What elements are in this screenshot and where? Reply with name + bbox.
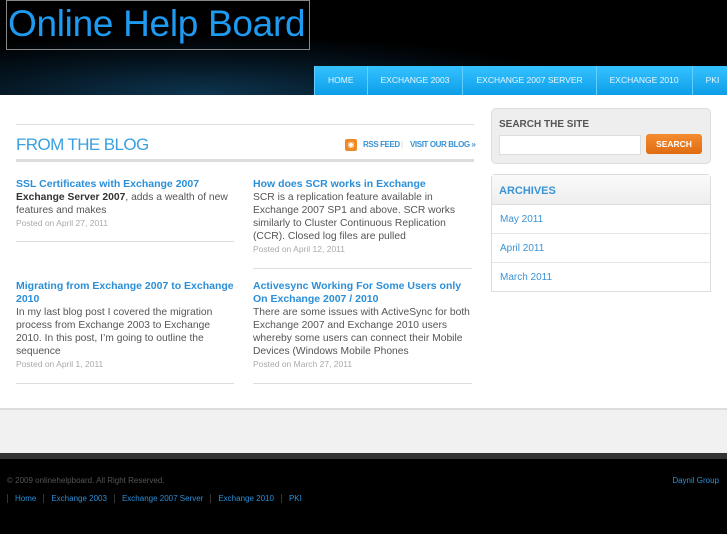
post-excerpt: In my last blog post I covered the migra…: [16, 307, 213, 357]
divider: [253, 383, 472, 384]
copyright: © 2009 onlinehelpboard. All Right Reserv…: [7, 476, 165, 485]
archives-heading: ARCHIVES: [492, 175, 710, 205]
divider: [16, 383, 234, 384]
search-widget: SEARCH THE SITE SEARCH: [491, 108, 711, 164]
blog-post: Migrating from Exchange 2007 to Exchange…: [16, 280, 236, 370]
post-date: Posted on March 27, 2011: [253, 359, 353, 369]
blog-post: Activesync Working For Some Users only O…: [253, 280, 473, 370]
post-title[interactable]: Migrating from Exchange 2007 to Exchange…: [16, 280, 236, 306]
rss-feed-link[interactable]: RSS FEED: [363, 140, 400, 149]
search-label: SEARCH THE SITE: [499, 119, 590, 130]
post-excerpt: SCR is a replication feature available i…: [253, 192, 456, 242]
nav-home[interactable]: HOME: [314, 66, 367, 95]
nav-exchange-2007-server[interactable]: EXCHANGE 2007 SERVER: [462, 66, 596, 95]
footer-link-exchange-2007-server[interactable]: Exchange 2007 Server: [113, 494, 210, 503]
post-title[interactable]: Activesync Working For Some Users only O…: [253, 280, 473, 306]
divider: [16, 241, 234, 242]
archive-link-march-2011[interactable]: March 2011: [492, 263, 710, 292]
divider: [16, 159, 474, 162]
post-title[interactable]: SSL Certificates with Exchange 2007: [16, 178, 236, 191]
credit-link[interactable]: Daynil Group: [672, 476, 719, 485]
divider: [253, 268, 472, 269]
site-logo[interactable]: Online Help Board: [6, 0, 310, 50]
archives-widget: ARCHIVES May 2011 April 2011 March 2011: [491, 174, 711, 292]
nav-pki[interactable]: PKI: [691, 66, 727, 95]
post-excerpt: There are some issues with ActiveSync fo…: [253, 307, 470, 357]
footer-link-exchange-2010[interactable]: Exchange 2010: [210, 494, 281, 503]
visit-blog-link[interactable]: VISIT OUR BLOG »: [410, 140, 476, 149]
search-input[interactable]: [499, 135, 641, 155]
post-date: Posted on April 12, 2011: [253, 244, 345, 254]
archive-link-may-2011[interactable]: May 2011: [492, 205, 710, 234]
footer-link-pki[interactable]: PKI: [280, 494, 309, 503]
post-lead: Exchange Server 2007: [16, 192, 126, 203]
nav-exchange-2010[interactable]: EXCHANGE 2010: [595, 66, 692, 95]
blog-heading: FROM THE BLOG: [16, 135, 149, 154]
rss-icon[interactable]: ◉: [345, 139, 357, 151]
divider: [16, 124, 474, 125]
footer: © 2009 onlinehelpboard. All Right Reserv…: [0, 459, 727, 534]
separator: |: [401, 140, 403, 149]
main-nav: HOME EXCHANGE 2003 EXCHANGE 2007 SERVER …: [314, 66, 727, 95]
search-button[interactable]: SEARCH: [646, 134, 702, 154]
header: Online Help Board HOME EXCHANGE 2003 EXC…: [0, 0, 727, 95]
footer-link-exchange-2003[interactable]: Exchange 2003: [43, 494, 114, 503]
blog-post: How does SCR works in Exchange SCR is a …: [253, 178, 473, 255]
post-date: Posted on April 1, 2011: [16, 359, 104, 369]
blog-post: SSL Certificates with Exchange 2007 Exch…: [16, 178, 236, 229]
footer-nav: Home Exchange 2003 Exchange 2007 Server …: [7, 494, 309, 503]
post-title[interactable]: How does SCR works in Exchange: [253, 178, 473, 191]
footer-top: [0, 408, 727, 453]
post-date: Posted on April 27, 2011: [16, 218, 108, 228]
archive-link-april-2011[interactable]: April 2011: [492, 234, 710, 263]
footer-link-home[interactable]: Home: [7, 494, 43, 503]
nav-exchange-2003[interactable]: EXCHANGE 2003: [366, 66, 463, 95]
